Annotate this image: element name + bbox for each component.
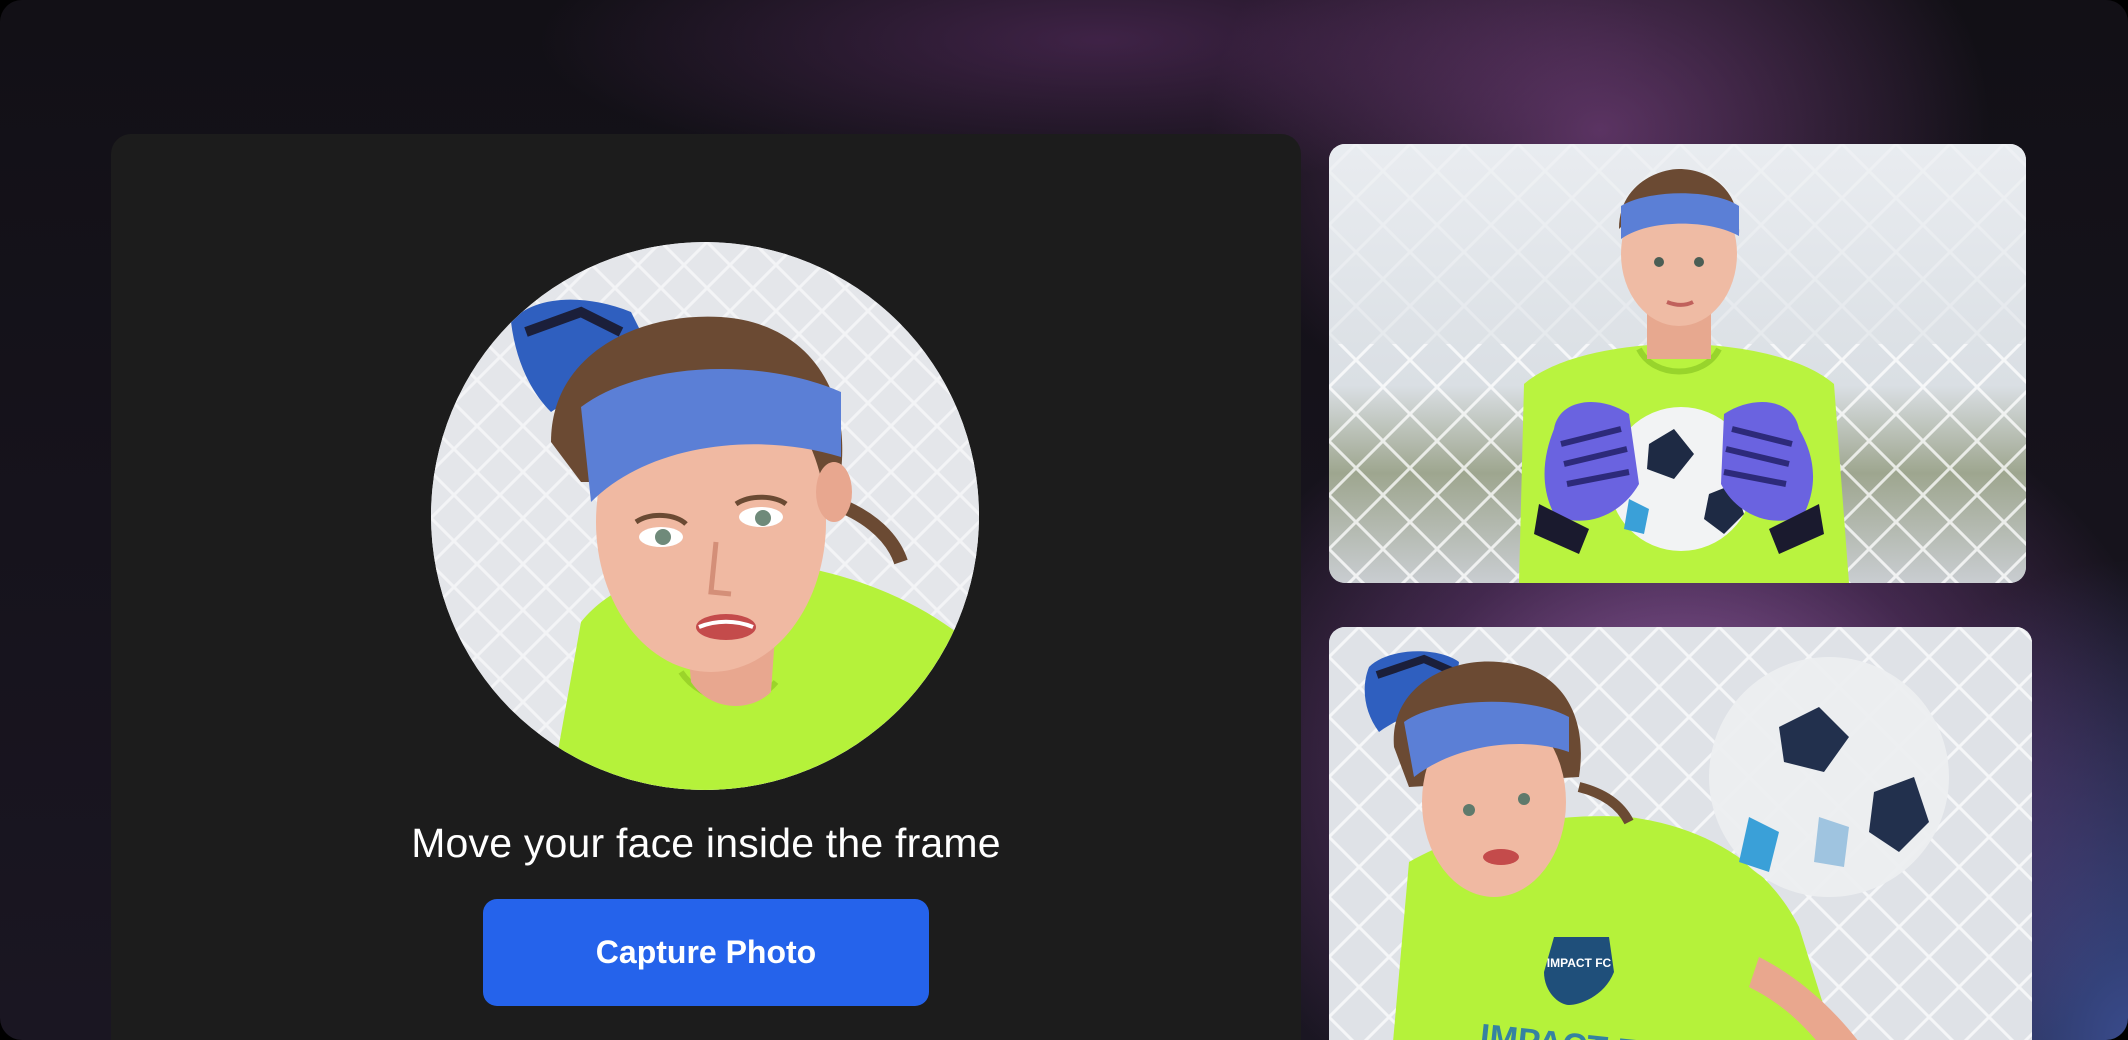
capture-photo-button[interactable]: Capture Photo bbox=[483, 899, 929, 1006]
page-background: Move your face inside the frame Capture … bbox=[0, 0, 2128, 1040]
camera-preview-image bbox=[431, 242, 979, 790]
face-frame-preview bbox=[431, 242, 979, 790]
gallery-photo-holding-ball[interactable] bbox=[1329, 144, 2026, 583]
gallery-photo-diving[interactable]: IMPACT FC IMPACT FC bbox=[1329, 627, 2032, 1040]
face-instruction-text: Move your face inside the frame bbox=[411, 820, 1001, 866]
camera-capture-card: Move your face inside the frame Capture … bbox=[111, 134, 1301, 1040]
goalkeeper-holding-ball-image bbox=[1329, 144, 2026, 583]
crest-text: IMPACT FC bbox=[1547, 956, 1612, 970]
goalkeeper-diving-image: IMPACT FC IMPACT FC bbox=[1329, 627, 2032, 1040]
